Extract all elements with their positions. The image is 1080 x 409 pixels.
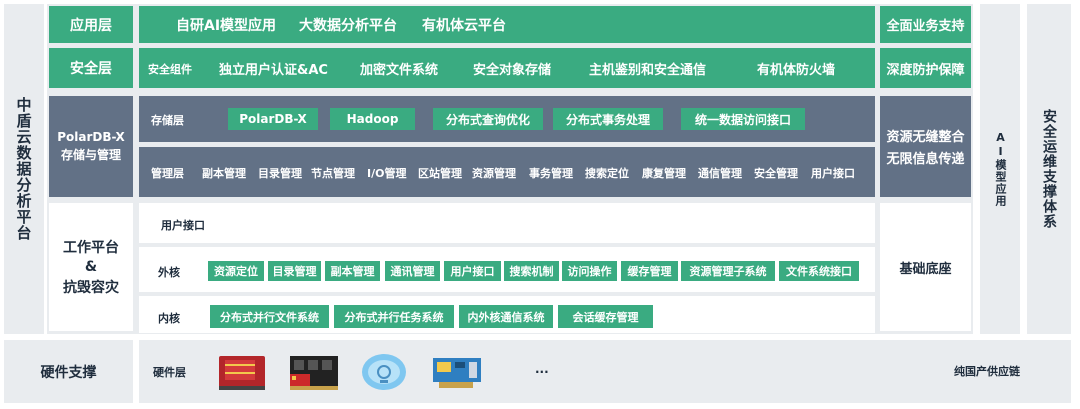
outer-chip: 访问操作 bbox=[562, 261, 617, 281]
management-layer-bar: 管理层 副本管理 目录管理 节点管理 I/O管理 区站管理 资源管理 事务管理 … bbox=[139, 147, 875, 197]
security-side-label: 深度防护保障 bbox=[880, 48, 971, 88]
network-card-icon bbox=[433, 358, 481, 388]
storage-chip-transaction: 分布式事务处理 bbox=[553, 108, 663, 130]
ai-model-label: AI模型应用 bbox=[994, 131, 1007, 207]
security-item-components: 安全组件 bbox=[148, 63, 192, 76]
security-layer-bar: 安全组件 独立用户认证&AC 加密文件系统 安全对象存储 主机鉴别和安全通信 有… bbox=[139, 48, 875, 88]
inner-kernel-label: 内核 bbox=[158, 312, 180, 325]
ai-model-column: AI模型应用 bbox=[980, 4, 1020, 334]
storage-chip-hadoop: Hadoop bbox=[330, 108, 415, 130]
hardware-layer-bar: 硬件层 ... 纯国产供应链 bbox=[139, 340, 1071, 403]
manage-item: 康复管理 bbox=[642, 167, 686, 180]
storage-chip-data-access: 统一数据访问接口 bbox=[681, 108, 805, 130]
security-ops-label: 安全运维支撑体系 bbox=[1041, 109, 1057, 229]
inner-chip: 内外核通信系统 bbox=[459, 305, 553, 328]
manage-item: 区站管理 bbox=[418, 167, 462, 180]
outer-chip: 资源定位 bbox=[208, 261, 264, 281]
app-item-ai-model: 自研AI模型应用 bbox=[176, 18, 277, 34]
security-layer-label: 安全层 bbox=[49, 48, 133, 88]
application-side-label: 全面业务支持 bbox=[880, 6, 971, 43]
storage-chip-polardb: PolarDB-X bbox=[228, 108, 318, 130]
security-item-auth: 独立用户认证&AC bbox=[219, 63, 328, 78]
hardware-label-box: 硬件支撑 bbox=[4, 340, 133, 403]
inner-kernel-row: 内核 分布式并行文件系统 分布式并行任务系统 内外核通信系统 会话缓存管理 bbox=[139, 296, 875, 333]
outer-chip: 搜索机制 bbox=[504, 261, 559, 281]
storage-chip-query-opt: 分布式查询优化 bbox=[433, 108, 543, 130]
application-layer-bar: 自研AI模型应用 大数据分析平台 有机体云平台 bbox=[139, 6, 875, 43]
storage-layer-label: 存储层 bbox=[151, 114, 184, 127]
security-ops-column: 安全运维支撑体系 bbox=[1027, 4, 1071, 334]
storage-layer-bar: 存储层 PolarDB-X Hadoop 分布式查询优化 分布式事务处理 统一数… bbox=[139, 96, 875, 142]
manage-item: 安全管理 bbox=[754, 167, 798, 180]
platform-title: 中盾云数据分析平台 bbox=[14, 97, 33, 241]
application-layer-label: 应用层 bbox=[49, 6, 133, 43]
inner-chip: 分布式并行任务系统 bbox=[334, 305, 454, 328]
outer-kernel-label: 外核 bbox=[158, 266, 180, 279]
work-platform-label: 工作平台 & 抗毁容灾 bbox=[49, 203, 133, 331]
manage-item: 目录管理 bbox=[258, 167, 302, 180]
user-interface-row: 用户接口 bbox=[139, 203, 875, 243]
user-interface-label: 用户接口 bbox=[161, 219, 205, 232]
app-item-cloud: 有机体云平台 bbox=[422, 18, 506, 34]
security-item-host-auth: 主机鉴别和安全通信 bbox=[589, 63, 707, 78]
outer-chip: 通讯管理 bbox=[385, 261, 440, 281]
manage-item: 事务管理 bbox=[529, 167, 573, 180]
manage-item: 搜索定位 bbox=[585, 167, 629, 180]
outer-chip: 文件系统接口 bbox=[779, 261, 859, 281]
foundation-side-label: 基础底座 bbox=[880, 203, 971, 331]
hardware-layer-label: 硬件层 bbox=[153, 366, 186, 379]
inner-chip: 会话缓存管理 bbox=[558, 305, 653, 328]
memory-module-icon bbox=[290, 356, 338, 390]
manage-item: 副本管理 bbox=[202, 167, 246, 180]
left-column: 中盾云数据分析平台 bbox=[4, 4, 44, 334]
manage-item: 通信管理 bbox=[698, 167, 742, 180]
outer-chip: 用户接口 bbox=[444, 261, 501, 281]
manage-item: 节点管理 bbox=[311, 167, 355, 180]
inner-chip: 分布式并行文件系统 bbox=[210, 305, 329, 328]
manage-item: I/O管理 bbox=[367, 167, 407, 180]
manage-item: 用户接口 bbox=[811, 167, 855, 180]
security-item-object-storage: 安全对象存储 bbox=[473, 63, 552, 78]
hardware-support-label: 硬件支撑 bbox=[40, 364, 97, 381]
outer-kernel-row: 外核 资源定位 目录管理 副本管理 通讯管理 用户接口 搜索机制 访问操作 缓存… bbox=[139, 247, 875, 292]
security-item-firewall: 有机体防火墙 bbox=[757, 63, 836, 78]
polardb-side-label: 资源无缝整合 无限信息传递 bbox=[880, 96, 971, 197]
outer-chip: 副本管理 bbox=[325, 261, 380, 281]
cloud-storage-icon bbox=[362, 354, 406, 390]
cpu-chip-icon bbox=[219, 356, 265, 390]
outer-chip: 目录管理 bbox=[268, 261, 321, 281]
management-layer-label: 管理层 bbox=[151, 167, 184, 180]
hardware-ellipsis: ... bbox=[535, 362, 549, 376]
domestic-supply-chain-label: 纯国产供应链 bbox=[954, 365, 1020, 378]
app-item-bigdata: 大数据分析平台 bbox=[299, 18, 397, 34]
polardb-layer-label: PolarDB-X 存储与管理 bbox=[49, 96, 133, 197]
outer-chip: 资源管理子系统 bbox=[681, 261, 775, 281]
manage-item: 资源管理 bbox=[472, 167, 516, 180]
outer-chip: 缓存管理 bbox=[621, 261, 678, 281]
security-item-encrypted-fs: 加密文件系统 bbox=[360, 63, 439, 78]
